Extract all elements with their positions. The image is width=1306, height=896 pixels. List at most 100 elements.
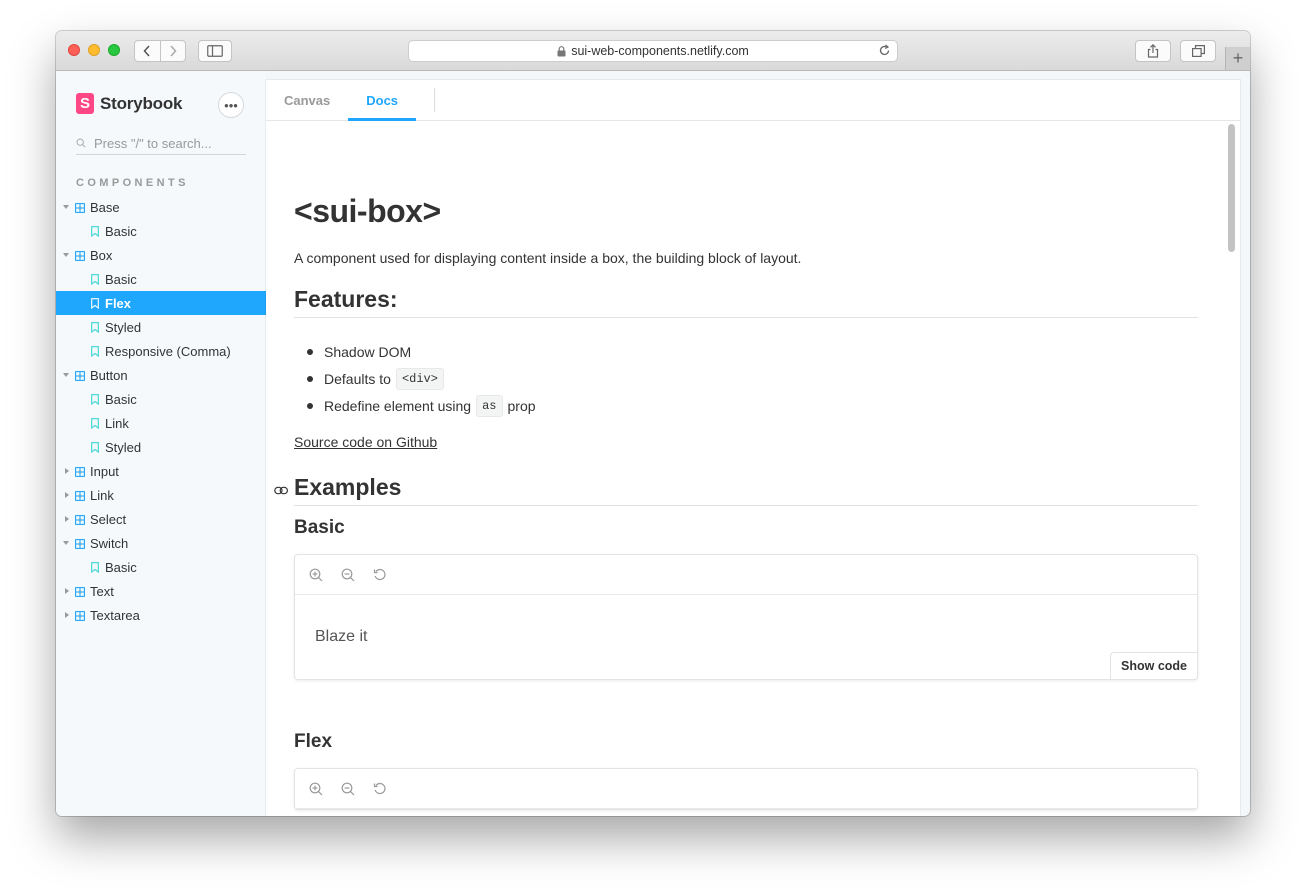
address-bar[interactable]: sui-web-components.netlify.com <box>408 40 898 62</box>
caret-right-icon <box>65 468 69 474</box>
sidebar-item-text[interactable]: Text <box>56 579 266 603</box>
feature-text: Shadow DOM <box>324 343 412 360</box>
sidebar-item-label: Link <box>90 488 114 503</box>
preview-text: Blaze it <box>315 628 368 645</box>
sidebar-item-switch[interactable]: Switch <box>56 531 266 555</box>
reset-zoom-button[interactable] <box>373 568 405 582</box>
sidebar-story-flex[interactable]: Flex <box>56 291 266 315</box>
forward-button[interactable] <box>159 41 186 61</box>
zoom-out-button[interactable] <box>341 568 373 582</box>
sidebar-item-input[interactable]: Input <box>56 459 266 483</box>
caret-down-icon <box>63 373 69 377</box>
sidebar-item-textarea[interactable]: Textarea <box>56 603 266 627</box>
zoom-out-icon <box>341 568 355 581</box>
sidebar-item-select[interactable]: Select <box>56 507 266 531</box>
tab-divider <box>434 88 436 112</box>
bookmark-icon <box>91 321 99 336</box>
zoom-in-button[interactable] <box>309 782 341 796</box>
sidebar-menu-button[interactable]: ••• <box>218 92 244 118</box>
caret-down-icon <box>63 205 69 209</box>
chevron-right-icon <box>170 45 177 57</box>
sidebar-item-label: Link <box>105 416 129 431</box>
url-text: sui-web-components.netlify.com <box>571 44 749 58</box>
window-close-button[interactable] <box>68 44 80 56</box>
sidebar-item-label: Styled <box>105 440 142 455</box>
new-tab-button[interactable]: + <box>1225 47 1250 70</box>
zoom-out-icon <box>341 782 355 795</box>
sidebar-item-label: Switch <box>90 536 129 551</box>
caret-right-icon <box>65 588 69 594</box>
sidebar-story-basic[interactable]: Basic <box>56 555 266 579</box>
link-anchor-icon[interactable] <box>274 483 289 501</box>
zoom-out-button[interactable] <box>341 782 373 796</box>
list-item: Shadow DOM <box>294 338 536 365</box>
flex-example-heading: Flex <box>294 731 333 752</box>
sidebar-item-link[interactable]: Link <box>56 483 266 507</box>
component-grid-icon <box>75 465 85 480</box>
source-code-link[interactable]: Source code on Github <box>294 434 437 450</box>
sidebar-toggle-button[interactable] <box>198 40 232 62</box>
bookmark-icon <box>91 297 99 312</box>
reset-zoom-button[interactable] <box>373 782 405 796</box>
list-item: Redefine element using as prop <box>294 392 536 419</box>
browser-window: sui-web-components.netlify.com + S Story… <box>56 31 1250 816</box>
share-button[interactable] <box>1135 40 1171 62</box>
sidebar-item-button[interactable]: Button <box>56 363 266 387</box>
flex-preview <box>294 768 1198 810</box>
storybook-logo-icon: S <box>76 93 94 114</box>
window-minimize-button[interactable] <box>88 44 100 56</box>
feature-text: Redefine element using <box>324 397 472 414</box>
sidebar-story-basic[interactable]: Basic <box>56 219 266 243</box>
sidebar-item-label: Button <box>90 368 128 383</box>
sidebar-story-responsive-comma-[interactable]: Responsive (Comma) <box>56 339 266 363</box>
examples-heading: Examples <box>294 474 1198 506</box>
search-field[interactable] <box>76 132 246 155</box>
sidebar-item-label: Box <box>90 248 113 263</box>
sidebar-item-label: Select <box>90 512 127 527</box>
tabs-overview-button[interactable] <box>1180 40 1216 62</box>
zoom-in-icon <box>309 782 323 795</box>
sidebar-item-label: Basic <box>105 392 137 407</box>
reload-icon[interactable] <box>878 44 891 60</box>
sidebar-item-label: Input <box>90 464 119 479</box>
basic-example-heading: Basic <box>294 517 345 538</box>
reset-zoom-icon <box>373 782 386 794</box>
sidebar-item-box[interactable]: Box <box>56 243 266 267</box>
tabs-overview-icon <box>1191 45 1205 57</box>
component-grid-icon <box>75 369 85 384</box>
caret-down-icon <box>63 541 69 545</box>
bookmark-icon <box>91 393 99 408</box>
preview-toolbar <box>295 769 1197 809</box>
reset-zoom-icon <box>373 568 386 580</box>
basic-preview: Blaze it Show code <box>294 554 1198 680</box>
storybook-brand[interactable]: S Storybook <box>76 93 182 114</box>
caret-right-icon <box>65 492 69 498</box>
component-grid-icon <box>75 249 85 264</box>
tab-canvas[interactable]: Canvas <box>266 80 348 120</box>
tab-docs[interactable]: Docs <box>348 80 416 121</box>
feature-text: prop <box>507 397 536 414</box>
chevron-left-icon <box>143 45 150 57</box>
sidebar-story-link[interactable]: Link <box>56 411 266 435</box>
window-zoom-button[interactable] <box>108 44 120 56</box>
back-button[interactable] <box>135 41 160 61</box>
sidebar-story-basic[interactable]: Basic <box>56 267 266 291</box>
sidebar-story-styled[interactable]: Styled <box>56 315 266 339</box>
ellipsis-icon: ••• <box>224 97 238 113</box>
sidebar-item-label: Basic <box>105 560 137 575</box>
show-code-button[interactable]: Show code <box>1110 652 1198 680</box>
component-description: A component used for displaying content … <box>294 250 802 266</box>
sidebar-story-basic[interactable]: Basic <box>56 387 266 411</box>
search-input[interactable] <box>92 134 246 152</box>
scrollbar-thumb[interactable] <box>1228 124 1235 252</box>
storybook-sidebar: S Storybook ••• COMPONENTS BaseBasicBoxB… <box>56 71 266 816</box>
docs-scrollbar[interactable] <box>1223 120 1240 806</box>
main-panel: Canvas Docs <sui-box> A component used f… <box>266 80 1240 816</box>
sidebar-item-base[interactable]: Base <box>56 195 266 219</box>
component-grid-icon <box>75 201 85 216</box>
plus-icon: + <box>1232 48 1244 68</box>
sidebar-story-styled[interactable]: Styled <box>56 435 266 459</box>
zoom-in-button[interactable] <box>309 568 341 582</box>
browser-titlebar: sui-web-components.netlify.com + <box>56 31 1250 71</box>
caret-right-icon <box>65 612 69 618</box>
